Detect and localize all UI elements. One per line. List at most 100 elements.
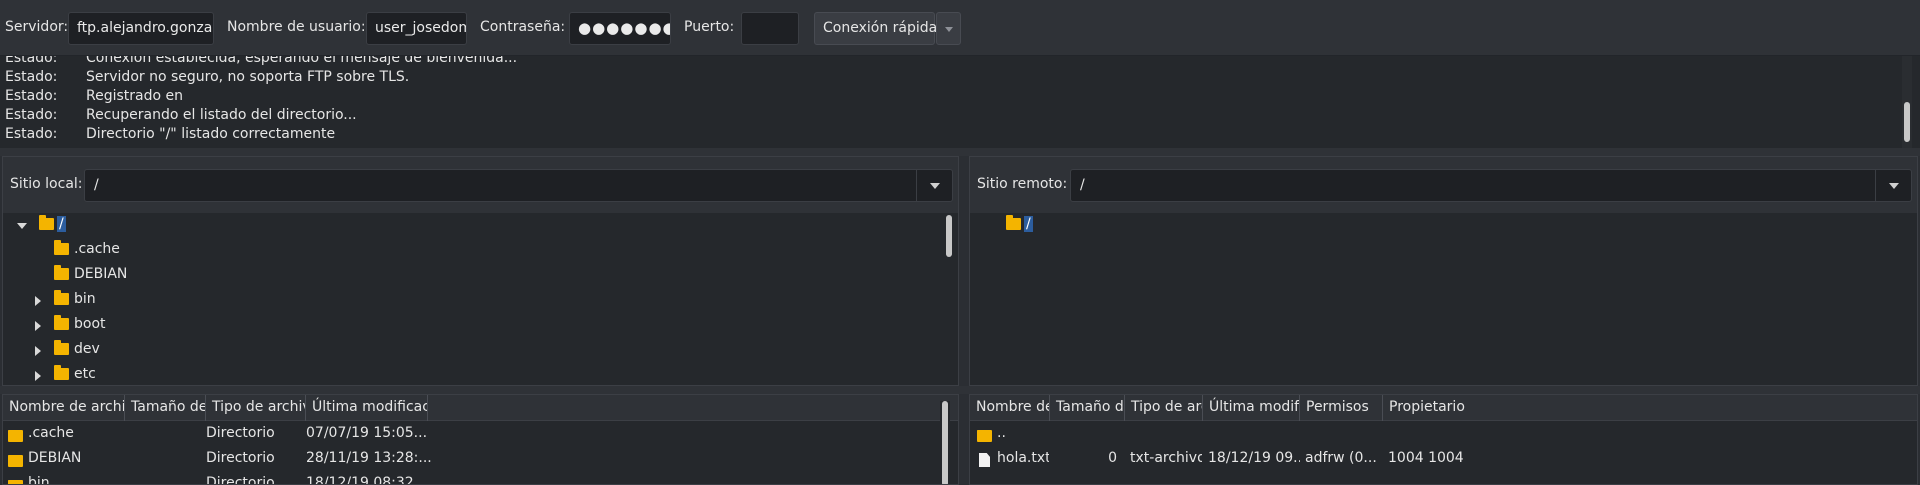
file-type: Directorio [206,425,275,441]
column-header-permissions[interactable]: Permisos [1300,395,1383,421]
tree-item-label: etc [74,366,96,382]
chevron-down-icon[interactable] [1875,170,1911,201]
folder-icon [54,240,69,255]
expand-icon[interactable] [35,346,41,356]
folder-icon [8,430,23,442]
folder-icon [54,315,69,330]
column-header-type[interactable]: Tipo de archivo [206,395,306,421]
file-name: bin [28,475,50,485]
tree-item-label: DEBIAN [74,266,128,282]
quickconnect-history-dropdown[interactable] [936,12,961,45]
file-name: hola.txt [997,450,1049,466]
tree-item[interactable]: / [17,215,217,238]
local-tree: / .cache DEBIAN bin boot dev etc [3,213,958,385]
log-row: Estado: Servidor no seguro, no soporta FT… [5,69,410,85]
local-path-value: / [94,177,99,193]
local-site-panel: Sitio local: / / .cache DEBIAN bin boot [2,156,959,386]
folder-icon [54,365,69,380]
remote-site-panel: Sitio remoto: / / [969,156,1918,386]
local-tree-scrollbar-thumb[interactable] [946,215,952,257]
folder-icon [1006,215,1021,230]
expand-icon[interactable] [35,321,41,331]
port-label: Puerto: [684,19,735,35]
column-header-size[interactable]: Tamaño de [125,395,206,421]
column-header-filename[interactable]: Nombre de [970,395,1050,421]
log-scrollbar[interactable] [1902,56,1912,148]
port-input[interactable] [741,12,799,45]
tree-item-label: / [57,216,66,232]
log-row: Estado: Recuperando el listado del direct… [5,107,357,123]
remote-list-header: Nombre de Tamaño de Tipo de arch Última … [970,395,1917,421]
list-item[interactable]: .cache Directorio 07/07/19 15:05... [3,422,958,447]
file-type: Directorio [206,475,275,485]
local-site-bar: Sitio local: / [3,157,958,213]
tree-item[interactable]: etc [35,365,235,385]
tree-item[interactable]: DEBIAN [54,265,254,288]
chevron-down-icon[interactable] [916,170,952,201]
tree-item[interactable]: / [1006,215,1126,238]
tree-item[interactable]: boot [35,315,235,338]
tree-list-splitter[interactable] [0,386,1920,394]
username-input[interactable]: user_josedom [366,12,467,45]
column-header-type[interactable]: Tipo de arch [1125,395,1203,421]
log-scrollbar-thumb[interactable] [1904,102,1910,142]
file-modified: 28/11/19 13:28:... [306,450,432,466]
folder-icon [54,265,69,280]
file-type: txt-archivo [1130,450,1202,466]
local-list-scrollbar-thumb[interactable] [942,401,948,484]
host-input[interactable]: ftp.alejandro.gonza [68,12,214,45]
quickconnect-button[interactable]: Conexión rápida [814,12,937,45]
tree-item-label: dev [74,341,100,357]
folder-icon [8,480,23,484]
password-input[interactable]: ●●●●●●● [569,12,671,45]
local-path-combo[interactable]: / [84,169,953,202]
folder-icon [977,430,992,442]
folder-icon [54,290,69,305]
file-modified: 18/12/19 08:32... [306,475,428,485]
remote-file-list: Nombre de Tamaño de Tipo de arch Última … [969,394,1918,485]
local-list-header: Nombre de archivo Tamaño de Tipo de arch… [3,395,958,421]
local-list-scrollbar[interactable] [940,401,950,484]
remote-path-combo[interactable]: / [1070,169,1912,202]
expand-icon[interactable] [35,296,41,306]
file-modified: 07/07/19 15:05... [306,425,428,441]
file-name: .. [997,425,1006,441]
file-name: .cache [28,425,74,441]
file-permissions: adfrw (0... [1305,450,1377,466]
local-file-list: Nombre de archivo Tamaño de Tipo de arch… [2,394,959,485]
column-header-modified[interactable]: Última modific [1203,395,1300,421]
list-item[interactable]: .. [970,422,1917,447]
quickconnect-bar: Servidor: ftp.alejandro.gonza Nombre de … [0,0,1920,56]
tree-item[interactable]: bin [35,290,235,313]
log-splitter[interactable] [0,148,1920,156]
message-log: Estado: Conexión establecida, esperando e… [0,56,1920,148]
tree-item-label: .cache [74,241,120,257]
log-row: Estado: Conexión establecida, esperando e… [5,56,518,66]
tree-item-label: boot [74,316,106,332]
tree-item-label: / [1024,216,1033,232]
column-header-modified[interactable]: Última modificaci [306,395,428,421]
list-item[interactable]: DEBIAN Directorio 28/11/19 13:28:... [3,447,958,472]
host-label: Servidor: [5,19,69,35]
log-row: Estado: Registrado en [5,88,183,104]
remote-site-bar: Sitio remoto: / [970,157,1917,213]
collapse-icon[interactable] [17,223,27,229]
expand-icon[interactable] [35,371,41,381]
list-item[interactable]: bin Directorio 18/12/19 08:32... [3,472,958,485]
username-label: Nombre de usuario: [227,19,366,35]
local-tree-scrollbar[interactable] [944,213,954,385]
file-owner: 1004 1004 [1388,450,1464,466]
folder-icon [8,455,23,467]
file-name: DEBIAN [28,450,82,466]
column-header-size[interactable]: Tamaño de [1050,395,1125,421]
tree-item[interactable]: dev [35,340,235,363]
tree-item-label: bin [74,291,96,307]
remote-path-value: / [1080,177,1085,193]
list-item[interactable]: hola.txt 0 txt-archivo 18/12/19 09... ad… [970,447,1917,472]
column-header-owner[interactable]: Propietario [1383,395,1493,421]
tree-item[interactable]: .cache [54,240,254,263]
folder-icon [54,340,69,355]
file-icon [979,453,990,467]
column-header-filename[interactable]: Nombre de archivo [3,395,125,421]
file-type: Directorio [206,450,275,466]
